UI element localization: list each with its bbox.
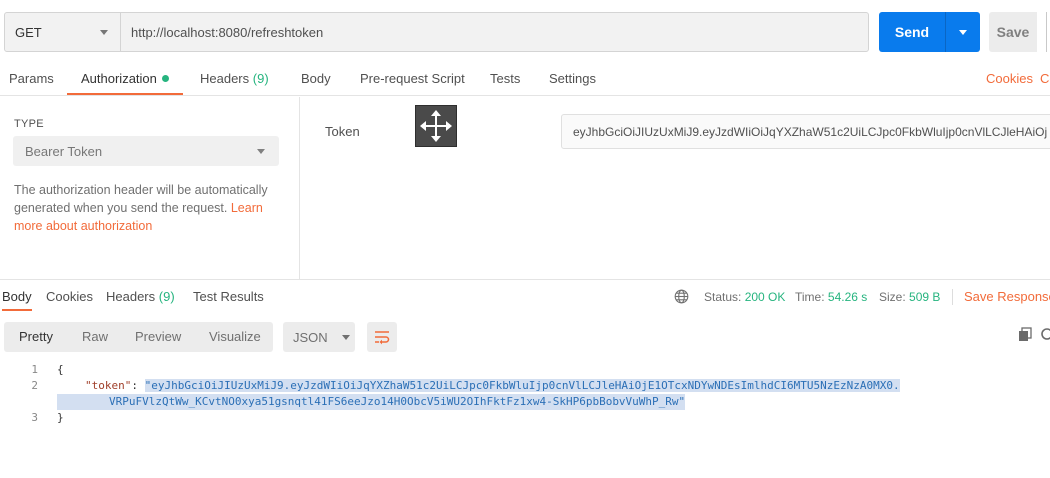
size-value: 509 B bbox=[909, 290, 941, 304]
response-view-toggle: Pretty Raw Preview Visualize bbox=[4, 322, 273, 352]
tab-headers-label: Headers bbox=[200, 71, 250, 86]
tab-authorization-label: Authorization bbox=[81, 71, 157, 86]
view-preview-button[interactable]: Preview bbox=[135, 322, 181, 352]
status-readout: Status: 200 OK bbox=[704, 290, 785, 304]
save-response-button[interactable]: Save Response bbox=[952, 289, 1050, 305]
size-label: Size: bbox=[879, 290, 906, 304]
globe-icon[interactable] bbox=[674, 289, 689, 307]
cookies-link[interactable]: Cookies bbox=[986, 64, 1033, 95]
time-value: 54.26 s bbox=[827, 290, 868, 304]
format-select[interactable]: JSON bbox=[283, 322, 355, 352]
code-text: "token": "eyJhbGciOiJIUzUxMiJ9.eyJzdWIiO… bbox=[85, 378, 900, 394]
tab-headers[interactable]: Headers (9) bbox=[200, 64, 269, 95]
time-label: Time: bbox=[795, 290, 825, 304]
resp-tab-headers-count: (9) bbox=[158, 289, 175, 304]
send-button[interactable]: Send bbox=[879, 12, 946, 52]
code-text: } bbox=[57, 411, 64, 424]
tab-params[interactable]: Params bbox=[9, 64, 54, 95]
tab-tests[interactable]: Tests bbox=[490, 64, 520, 95]
tab-body[interactable]: Body bbox=[301, 64, 331, 95]
view-visualize-button[interactable]: Visualize bbox=[209, 322, 261, 352]
json-string: "eyJhbGciOiJIUzUxMiJ9.eyJzdWIiOiJqYXZhaW… bbox=[144, 379, 900, 392]
line-number: 1 bbox=[31, 363, 38, 376]
response-tabs: Body Cookies Headers (9) Test Results St… bbox=[0, 279, 1050, 312]
wrap-lines-button[interactable] bbox=[367, 322, 397, 352]
code-link[interactable]: Co bbox=[1040, 64, 1050, 95]
line-number: 2 bbox=[31, 379, 38, 392]
tab-settings[interactable]: Settings bbox=[549, 64, 596, 95]
resp-tab-cookies[interactable]: Cookies bbox=[46, 289, 93, 311]
method-select[interactable]: GET bbox=[5, 13, 121, 51]
status-value: 200 OK bbox=[744, 290, 786, 304]
chevron-down-icon bbox=[257, 148, 265, 154]
search-icon[interactable] bbox=[1040, 327, 1050, 346]
auth-type-panel: TYPE Bearer Token The authorization head… bbox=[0, 97, 300, 279]
tab-prerequest-script[interactable]: Pre-request Script bbox=[360, 64, 465, 95]
json-key: "token" bbox=[85, 379, 132, 392]
tab-authorization[interactable]: Authorization bbox=[67, 64, 183, 95]
line-number: 3 bbox=[31, 411, 38, 424]
url-input[interactable]: http://localhost:8080/refreshtoken bbox=[121, 13, 868, 51]
code-line: 2 "token": "eyJhbGciOiJIUzUxMiJ9.eyJzdWI… bbox=[0, 378, 1050, 394]
json-colon: : bbox=[131, 379, 145, 392]
auth-type-select[interactable]: Bearer Token bbox=[13, 136, 279, 166]
code-text: { bbox=[57, 363, 64, 376]
chevron-down-icon bbox=[959, 29, 967, 35]
method-value: GET bbox=[15, 24, 42, 40]
request-tabs: Params Authorization Headers (9) Body Pr… bbox=[0, 64, 1050, 96]
token-input[interactable]: eyJhbGciOiJIUzUxMiJ9.eyJzdWIiOiJqYXZhaW5… bbox=[561, 114, 1050, 149]
wrap-lines-icon bbox=[375, 331, 390, 345]
format-value: JSON bbox=[293, 329, 328, 345]
token-value: eyJhbGciOiJIUzUxMiJ9.eyJzdWIiOiJqYXZhaW5… bbox=[573, 124, 1050, 139]
code-text-wrapped: VRPuFVlzQtWw_KCvtNO0xya51gsnqtl41FS6eeJz… bbox=[57, 394, 686, 410]
response-body-viewer[interactable]: 1 { 2 "token": "eyJhbGciOiJIUzUxMiJ9.eyJ… bbox=[0, 362, 1050, 426]
save-options-button[interactable] bbox=[1046, 12, 1050, 52]
code-line: VRPuFVlzQtWw_KCvtNO0xya51gsnqtl41FS6eeJz… bbox=[0, 394, 1050, 410]
resp-tab-body[interactable]: Body bbox=[2, 289, 32, 311]
save-button[interactable]: Save bbox=[989, 12, 1037, 52]
copy-icon[interactable] bbox=[1017, 327, 1033, 346]
resp-tab-headers-label: Headers bbox=[106, 289, 156, 304]
url-value: http://localhost:8080/refreshtoken bbox=[131, 24, 324, 40]
code-line: 1 { bbox=[0, 362, 1050, 378]
view-raw-button[interactable]: Raw bbox=[82, 322, 108, 352]
send-button-group: Send bbox=[879, 12, 980, 52]
type-label: TYPE bbox=[14, 118, 44, 130]
resp-tab-test-results[interactable]: Test Results bbox=[193, 289, 264, 311]
send-options-button[interactable] bbox=[946, 12, 980, 52]
json-string-continued: VRPuFVlzQtWw_KCvtNO0xya51gsnqtl41FS6eeJz… bbox=[109, 395, 686, 408]
status-dot-icon bbox=[161, 75, 169, 82]
request-bar: GET http://localhost:8080/refreshtoken bbox=[4, 12, 869, 52]
view-pretty-button[interactable]: Pretty bbox=[19, 322, 53, 352]
time-readout: Time: 54.26 s bbox=[795, 290, 867, 304]
resp-tab-headers[interactable]: Headers (9) bbox=[106, 289, 175, 311]
chevron-down-icon bbox=[100, 29, 108, 35]
chevron-down-icon bbox=[341, 334, 350, 340]
move-icon[interactable] bbox=[415, 105, 457, 147]
status-label: Status: bbox=[704, 290, 742, 304]
size-readout: Size: 509 B bbox=[879, 290, 940, 304]
token-label: Token bbox=[325, 124, 360, 139]
auth-type-value: Bearer Token bbox=[25, 143, 103, 159]
auth-description: The authorization header will be automat… bbox=[14, 181, 284, 235]
tab-headers-count: (9) bbox=[252, 71, 269, 86]
auth-description-text: The authorization header will be automat… bbox=[14, 183, 268, 215]
code-line: 3 } bbox=[0, 410, 1050, 426]
